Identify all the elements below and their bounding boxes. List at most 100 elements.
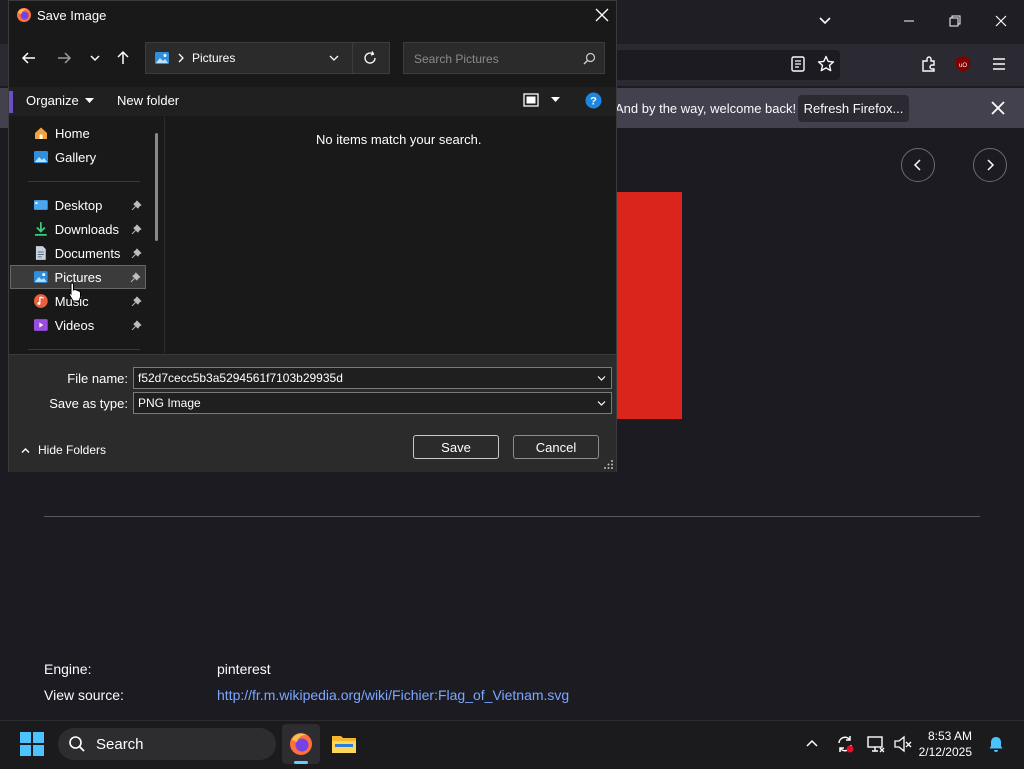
view-source-link[interactable]: http://fr.m.wikipedia.org/wiki/Fichier:F… (217, 687, 569, 703)
nav-item-gallery[interactable]: Gallery (10, 146, 146, 168)
nav-item-label: Music (54, 293, 89, 309)
save-as-type-label: Save as type: (49, 396, 128, 411)
close-window-icon[interactable] (992, 12, 1010, 30)
up-button[interactable] (111, 46, 135, 70)
hide-folders-label: Hide Folders (38, 443, 107, 457)
pane-divider[interactable] (164, 117, 165, 353)
nav-item-desktop[interactable]: Desktop (10, 194, 146, 216)
reader-view-icon[interactable] (789, 55, 807, 73)
pin-icon (131, 223, 142, 234)
new-folder-button[interactable]: New folder (117, 93, 179, 108)
clock-time[interactable]: 8:53 AM (928, 729, 972, 743)
ublock-origin-icon[interactable]: uO (954, 55, 972, 73)
caret-down-icon (551, 97, 560, 102)
minimize-window-icon[interactable] (900, 12, 918, 30)
pin-icon (131, 247, 142, 258)
resize-grip-icon[interactable] (604, 460, 614, 470)
recent-locations-button[interactable] (83, 46, 107, 70)
view-source-label: View source: (44, 687, 124, 703)
nav-separator (28, 349, 140, 350)
empty-folder-message: No items match your search. (316, 132, 482, 147)
accent-edge (9, 91, 13, 113)
mouse-cursor-icon (68, 282, 82, 302)
restore-window-icon[interactable] (946, 12, 964, 30)
refresh-icon[interactable] (363, 51, 377, 65)
close-notification-icon[interactable] (989, 99, 1007, 117)
search-pictures-input[interactable] (412, 51, 576, 67)
nav-item-home[interactable]: Home (10, 122, 146, 144)
desktop-icon (33, 200, 48, 210)
engine-label: Engine: (44, 661, 92, 677)
organize-button[interactable]: Organize (26, 93, 94, 108)
documents-icon (35, 246, 46, 260)
folder-icon (332, 736, 356, 753)
network-icon[interactable] (866, 734, 886, 754)
view-mode-icon (523, 93, 539, 107)
file-name-value[interactable]: f52d7cecc5b3a5294561f7103b29935d (138, 371, 596, 385)
gallery-icon (34, 151, 48, 163)
search-icon (583, 52, 596, 65)
save-as-type-value: PNG Image (138, 396, 201, 410)
address-dropdown-icon[interactable] (328, 52, 340, 64)
taskbar-file-explorer-button[interactable] (325, 724, 363, 764)
navigation-scrollbar[interactable] (155, 133, 158, 241)
taskbar-search-box[interactable]: Search (58, 728, 276, 760)
chevron-left-icon (913, 159, 921, 171)
taskbar-search-label: Search (96, 735, 144, 753)
nav-item-downloads[interactable]: Downloads (10, 218, 146, 240)
pictures-icon (33, 271, 48, 283)
forward-button[interactable] (52, 46, 76, 70)
nav-item-label: Desktop (54, 197, 103, 213)
next-image-button[interactable] (973, 148, 1007, 182)
hide-folders-button[interactable]: Hide Folders (20, 443, 106, 457)
back-button[interactable] (17, 46, 41, 70)
chevron-right-icon (987, 159, 995, 171)
save-button[interactable]: Save (413, 435, 499, 459)
file-name-label: File name: (67, 371, 128, 386)
arrow-up-icon (117, 50, 129, 64)
search-pictures-box[interactable] (403, 42, 605, 74)
cancel-button[interactable]: Cancel (513, 435, 599, 459)
windows-logo-icon (20, 732, 44, 756)
dialog-firefox-icon (16, 7, 32, 23)
dialog-title: Save Image (37, 8, 107, 23)
extensions-icon[interactable] (920, 55, 938, 73)
taskbar-firefox-button[interactable] (282, 724, 320, 764)
save-as-type-select[interactable]: PNG Image (133, 392, 612, 414)
pictures-icon (155, 52, 169, 64)
start-button[interactable] (20, 732, 44, 756)
pin-icon (131, 295, 142, 306)
chevron-down-icon (90, 55, 100, 62)
list-all-tabs-icon[interactable] (816, 12, 834, 30)
sync-status-icon[interactable] (835, 734, 855, 754)
home-icon (35, 127, 47, 139)
file-name-field[interactable]: f52d7cecc5b3a5294561f7103b29935d (133, 367, 612, 389)
pin-icon (130, 271, 141, 282)
dialog-close-icon[interactable] (594, 7, 610, 23)
volume-muted-icon[interactable] (893, 734, 913, 754)
active-app-indicator (294, 761, 308, 764)
nav-item-documents[interactable]: Documents (10, 242, 146, 264)
breadcrumb-chevron-icon (178, 53, 184, 63)
organize-label: Organize (26, 93, 79, 108)
help-icon: ? (585, 92, 602, 109)
app-menu-icon[interactable] (990, 55, 1008, 73)
previous-image-button[interactable] (901, 148, 935, 182)
clock-date[interactable]: 2/12/2025 (919, 745, 972, 759)
change-view-button[interactable] (523, 93, 560, 107)
nav-item-label: Documents (54, 245, 121, 261)
bookmark-star-icon[interactable] (817, 55, 835, 73)
address-bar[interactable]: Pictures (145, 42, 390, 74)
show-hidden-icons-icon[interactable] (804, 736, 820, 752)
breadcrumb-pictures[interactable]: Pictures (192, 51, 235, 65)
chevron-down-icon[interactable] (596, 373, 607, 384)
nav-item-label: Videos (54, 317, 95, 333)
refresh-firefox-button[interactable]: Refresh Firefox... (798, 95, 909, 122)
notification-text: And by the way, welcome back! (615, 101, 797, 116)
arrow-left-icon (21, 52, 35, 64)
svg-text:?: ? (590, 96, 597, 108)
help-button[interactable]: ? (585, 92, 602, 109)
nav-item-videos[interactable]: Videos (10, 314, 146, 336)
notifications-bell-icon[interactable] (987, 735, 1005, 753)
downloads-icon (34, 222, 47, 236)
